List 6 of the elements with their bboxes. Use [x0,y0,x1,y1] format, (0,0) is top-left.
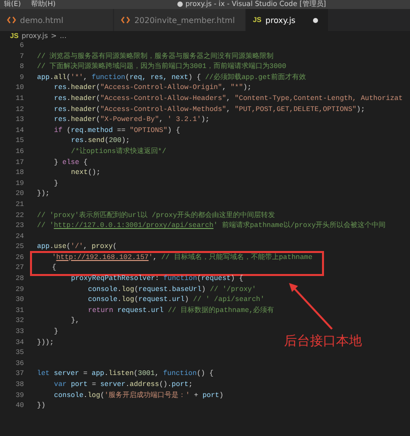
editor-tab[interactable]: demo.html [0,9,114,31]
annotation-label: 后台接口本地 [284,333,362,350]
code-brackets-icon [121,16,130,24]
code-brackets-icon [7,16,16,24]
editor-tab[interactable]: 2020invite_member.html [114,9,246,31]
arrow-icon [288,282,334,330]
